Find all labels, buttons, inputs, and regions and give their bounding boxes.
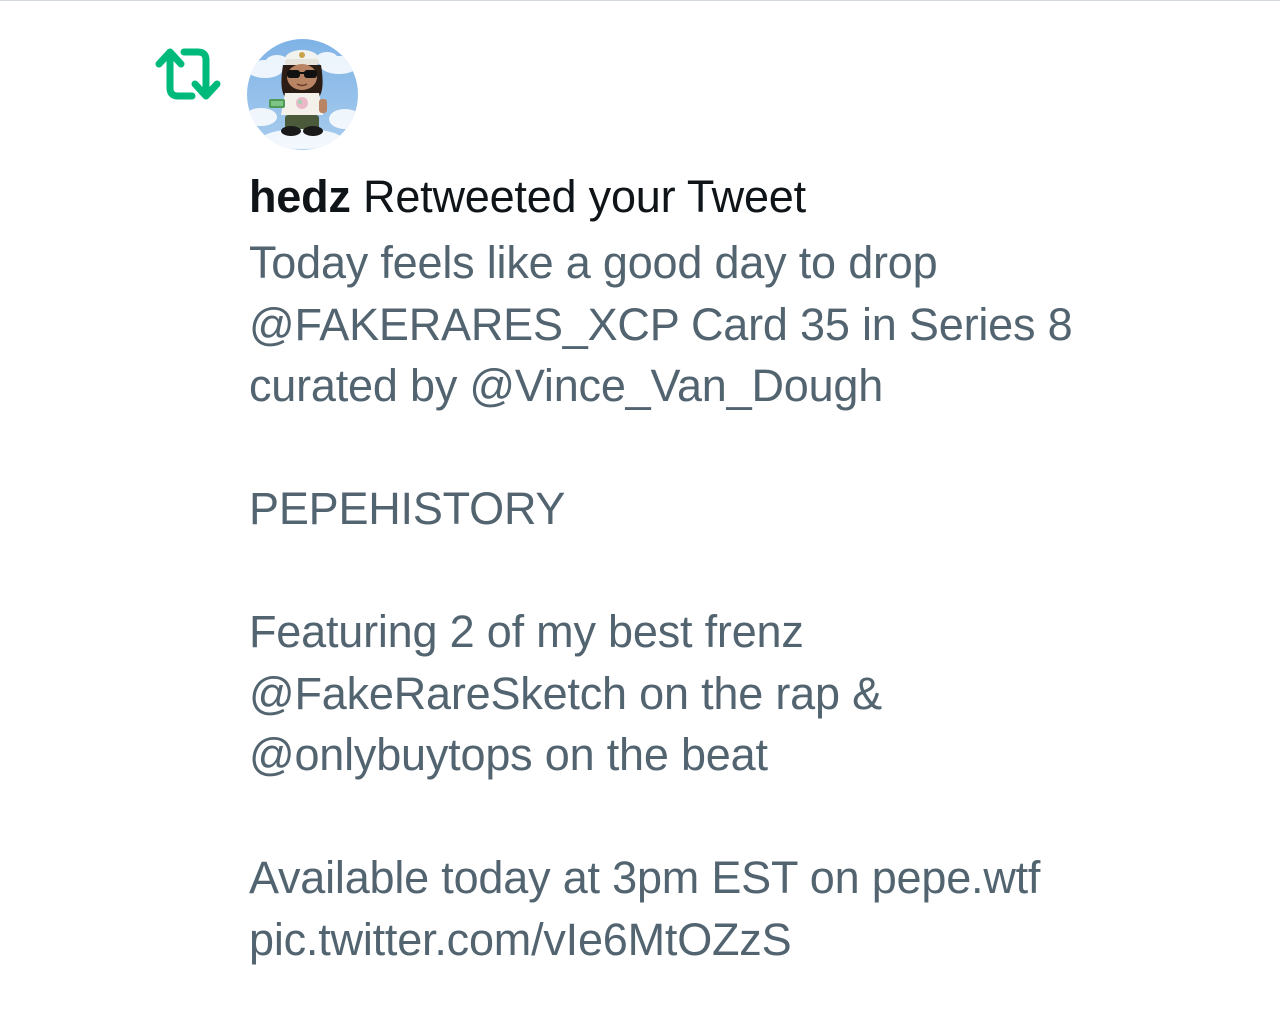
notification-content: hedz Retweeted your Tweet Today feels li… bbox=[249, 170, 1229, 970]
retweet-icon bbox=[150, 44, 226, 104]
tweet-line: Available today at 3pm EST on pepe.wtf bbox=[249, 852, 1041, 903]
tweet-line: curated by @Vince_Van_Dough bbox=[249, 360, 884, 411]
tweet-line: Today feels like a good day to drop bbox=[249, 237, 938, 288]
tweet-line: pic.twitter.com/vIe6MtOZzS bbox=[249, 913, 792, 965]
tweet-line: @FAKERARES_XCP Card 35 in Series 8 bbox=[249, 298, 1073, 350]
tweet-line: PEPEHISTORY bbox=[249, 483, 566, 534]
tweet-line: @FakeRareSketch on the rap & bbox=[249, 667, 882, 719]
notification-headline: hedz Retweeted your Tweet bbox=[249, 170, 1229, 224]
retweet-notification[interactable]: hedz Retweeted your Tweet Today feels li… bbox=[0, 0, 1280, 1011]
user-name-link[interactable]: hedz bbox=[249, 171, 351, 222]
action-text: Retweeted your Tweet bbox=[363, 171, 806, 222]
tweet-line: Featuring 2 of my best frenz bbox=[249, 606, 804, 657]
tweet-text[interactable]: Today feels like a good day to drop @FAK… bbox=[249, 232, 1229, 970]
tweet-line: @onlybuytops on the beat bbox=[249, 729, 768, 780]
user-avatar[interactable] bbox=[247, 39, 358, 150]
notifications-page: hedz Retweeted your Tweet Today feels li… bbox=[0, 0, 1280, 1011]
